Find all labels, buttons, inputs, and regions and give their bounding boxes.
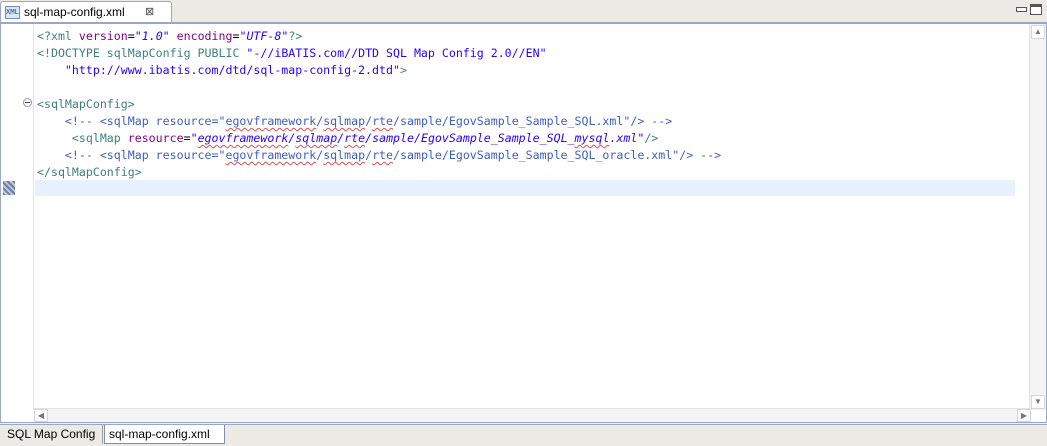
sqlmap-tag-close: /> <box>644 131 659 145</box>
equals: = <box>183 131 191 145</box>
code-line-8: <!-- <sqlMap resource="egovframework/sql… <box>37 147 721 164</box>
equals: = <box>127 29 135 43</box>
comment: sqlmap <box>323 114 366 128</box>
value-encoding: "UTF-8" <box>239 29 289 43</box>
current-line-marker-icon <box>3 181 15 195</box>
code-line-2: <!DOCTYPE sqlMapConfig PUBLIC "-//iBATIS… <box>37 45 721 62</box>
value-resource: .xml" <box>609 131 645 145</box>
code-area[interactable]: <?xml version="1.0" encoding="UTF-8"?> <… <box>37 28 721 181</box>
code-line-3: "http://www.ibatis.com/dtd/sql-map-confi… <box>37 62 721 79</box>
value-resource: egovframework <box>197 131 289 145</box>
code-line-9: </sqlMapConfig> <box>37 164 721 181</box>
comment: egovframework <box>225 114 317 128</box>
comment: sqlmap <box>323 148 366 162</box>
doctype-close: > <box>399 63 407 77</box>
comment: <!-- <sqlMap resource=" <box>37 114 226 128</box>
code-line-1: <?xml version="1.0" encoding="UTF-8"?> <box>37 28 721 45</box>
horizontal-scrollbar[interactable]: ◀ ▶ <box>34 408 1031 422</box>
xml-declaration-open: <?xml <box>37 29 79 43</box>
value-resource: sqlmap <box>295 131 338 145</box>
tab-source[interactable]: sql-map-config.xml <box>104 425 225 444</box>
doctype-system-id: "http://www.ibatis.com/dtd/sql-map-confi… <box>37 63 400 77</box>
xml-file-icon: XML <box>5 6 20 19</box>
tab-sql-map-config[interactable]: SQL Map Config <box>3 425 103 444</box>
attr-version: version <box>78 29 128 43</box>
comment: rte <box>372 148 394 162</box>
vertical-scrollbar[interactable]: ▲ ▼ <box>1029 24 1046 410</box>
xml-source-editor[interactable]: <?xml version="1.0" encoding="UTF-8"?> <… <box>0 23 1047 423</box>
sqlmap-tag: <sqlMap <box>37 131 121 145</box>
value-resource: /sample/EgovSample_Sample_SQL_ <box>365 131 575 145</box>
close-icon[interactable]: ⊠ <box>145 5 154 19</box>
editor-page-tabs: SQL Map Config sql-map-config.xml <box>0 424 1047 446</box>
maximize-icon[interactable] <box>1030 4 1042 15</box>
comment: rte <box>372 114 394 128</box>
gutter-divider <box>33 24 34 410</box>
attr-resource: resource <box>120 131 184 145</box>
value-resource: " <box>190 131 198 145</box>
minimize-icon[interactable] <box>1015 4 1027 15</box>
editor-tab-bar: XML sql-map-config.xml ⊠ <box>0 0 1047 23</box>
annotation-ruler <box>1 24 19 410</box>
scroll-down-icon[interactable]: ▼ <box>1031 395 1045 409</box>
comment: egovframework <box>225 148 317 162</box>
value-resource: rte <box>344 131 366 145</box>
comment: <!-- <sqlMap resource=" <box>37 148 226 162</box>
comment: /sample/EgovSample_Sample_SQL_oracle.xml… <box>393 148 722 162</box>
sqlmapconfig-close-tag: </sqlMapConfig> <box>37 165 142 179</box>
doctype-open: <!DOCTYPE sqlMapConfig <box>37 46 198 60</box>
sqlmapconfig-open-tag: <sqlMapConfig> <box>37 97 135 111</box>
doctype-public: PUBLIC <box>197 46 247 60</box>
scroll-right-icon[interactable]: ▶ <box>1017 409 1031 422</box>
current-line-highlight <box>35 180 1015 196</box>
code-line-6: <!-- <sqlMap resource="egovframework/sql… <box>37 113 721 130</box>
scroll-left-icon[interactable]: ◀ <box>34 409 48 422</box>
collapse-icon[interactable] <box>23 98 32 107</box>
value-version: "1.0" <box>134 29 170 43</box>
code-line-5: <sqlMapConfig> <box>37 96 721 113</box>
code-line-7: <sqlMap resource="egovframework/sqlmap/r… <box>37 130 721 147</box>
doctype-public-id: "-//iBATIS.com//DTD SQL Map Config 2.0//… <box>246 46 547 60</box>
attr-encoding: encoding <box>169 29 233 43</box>
editor-tab-sql-map-config[interactable]: XML sql-map-config.xml ⊠ <box>0 1 172 22</box>
editor-tab-title: sql-map-config.xml <box>24 5 125 19</box>
comment: /sample/EgovSample_Sample_SQL.xml"/> --> <box>393 114 673 128</box>
xml-declaration-close: ?> <box>288 29 303 43</box>
scroll-up-icon[interactable]: ▲ <box>1031 25 1045 39</box>
value-resource: mysql <box>574 131 610 145</box>
